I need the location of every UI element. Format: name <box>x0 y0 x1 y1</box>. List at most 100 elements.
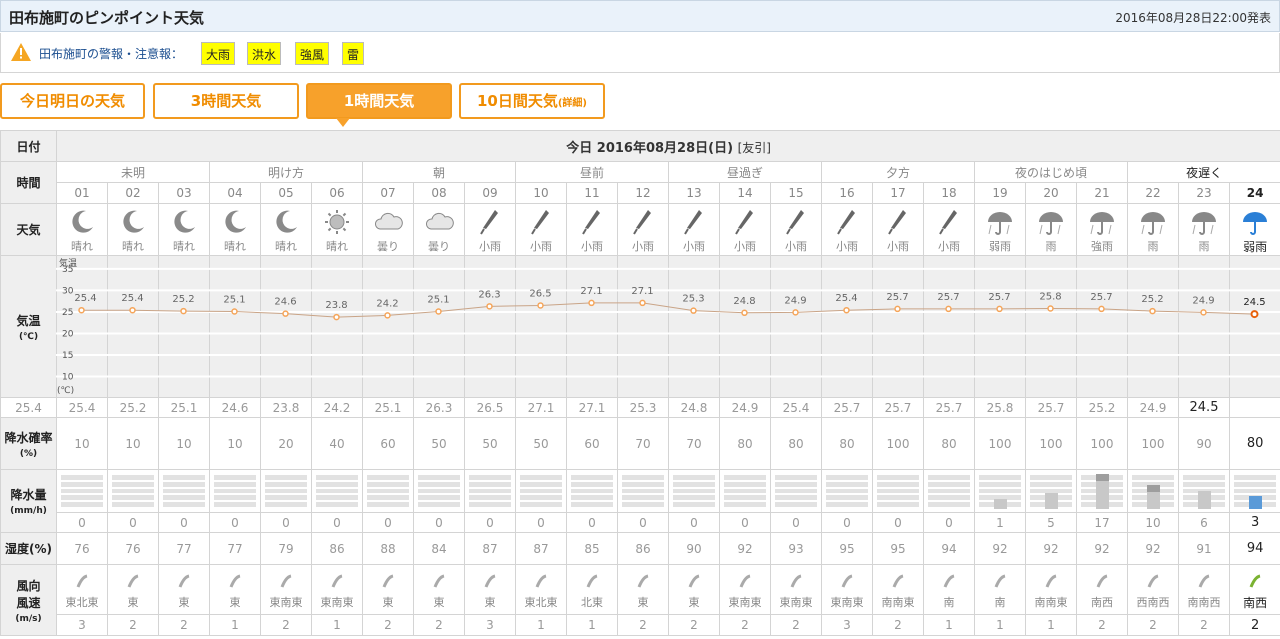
chart-cell <box>107 255 159 398</box>
row-label-weather: 天気 <box>0 203 57 256</box>
tab-detail-label: (詳細) <box>557 98 587 109</box>
chart-cell <box>872 255 924 398</box>
humidity-cell: 94 <box>1228 532 1280 565</box>
wind-dir-text: 東南東 <box>728 596 762 609</box>
precip-bar-cell <box>464 469 516 513</box>
humidity-cell: 86 <box>617 532 669 565</box>
humidity-cell: 95 <box>872 532 924 565</box>
hour-cell: 12 <box>617 182 669 204</box>
wind-cell: 南 <box>974 564 1026 615</box>
weather-cell: 弱雨 <box>1228 203 1280 256</box>
wind-cell: 東 <box>362 564 414 615</box>
warning-badge-flood[interactable]: 洪水 <box>247 42 282 65</box>
precip-amt-cell: 0 <box>311 512 363 533</box>
hour-cell: 06 <box>311 182 363 204</box>
chart-cell <box>923 255 975 398</box>
wind-cell: 北東 <box>566 564 618 615</box>
precip-prob-cell: 80 <box>719 417 771 470</box>
warning-badge-heavy-rain[interactable]: 大雨 <box>201 42 236 65</box>
temp-cell: 25.2 <box>107 397 159 418</box>
date-text: 今日 2016年08月28日(日) <box>566 140 734 156</box>
umbrella-closed-icon <box>939 210 957 235</box>
precip-prob-cell: 80 <box>821 417 873 470</box>
wind-cell: 南西 <box>1076 564 1128 615</box>
hour-cell: 19 <box>974 182 1026 204</box>
umbrella-closed-icon <box>837 210 855 235</box>
temp-cell: 24.8 <box>668 397 720 418</box>
weather-text: 弱雨 <box>989 240 1011 253</box>
humidity-cell: 90 <box>668 532 720 565</box>
precip-bar-cell <box>260 469 312 513</box>
precip-amt-cell: 0 <box>719 512 771 533</box>
hour-cell: 11 <box>566 182 618 204</box>
humidity-cell: 92 <box>974 532 1026 565</box>
umbrella-closed-icon <box>786 210 804 235</box>
period-cell: 明け方 <box>209 161 363 183</box>
humidity-cell: 92 <box>1025 532 1077 565</box>
wind-arrow-icon <box>1249 574 1261 588</box>
temp-cell: 24.9 <box>1127 397 1179 418</box>
temp-cell: 25.2 <box>1076 397 1128 418</box>
umbrella-closed-icon <box>531 210 549 235</box>
hour-cell: 15 <box>770 182 822 204</box>
chart-cell <box>209 255 261 398</box>
temp-cell: 26.3 <box>413 397 465 418</box>
precip-prob-cell: 100 <box>1127 417 1179 470</box>
wind-arrow-icon <box>1147 574 1159 588</box>
tab-10day[interactable]: 10日間天気(詳細) <box>459 83 605 119</box>
temp-cell: 25.7 <box>872 397 924 418</box>
precip-bar-cell <box>617 469 669 513</box>
humidity-cell: 88 <box>362 532 414 565</box>
tab-3hour[interactable]: 3時間天気 <box>153 83 299 119</box>
chart-cell <box>1025 255 1077 398</box>
weather-text: 雨 <box>1147 240 1159 253</box>
weather-cell: 晴れ <box>158 203 210 256</box>
tab-1hour[interactable]: 1時間天気 <box>306 83 452 119</box>
wind-speed-label: 風速 <box>16 595 41 610</box>
precip-prob-cell: 80 <box>1228 417 1280 470</box>
precip-bar <box>1147 485 1160 509</box>
wind-cell: 東南東 <box>311 564 363 615</box>
row-label-wind: 風向 風速 (m/s) <box>0 564 57 636</box>
precip-bar <box>1198 491 1211 509</box>
chart-cell <box>668 255 720 398</box>
precip-amt-cell: 17 <box>1076 512 1128 533</box>
wind-arrow-icon <box>943 574 955 588</box>
weather-text: 小雨 <box>887 240 909 253</box>
precip-prob-cell: 60 <box>566 417 618 470</box>
wind-speed-cell: 2 <box>107 614 159 636</box>
wind-arrow-icon <box>382 574 394 588</box>
wind-cell: 東 <box>668 564 720 615</box>
wind-arrow-icon <box>586 574 598 588</box>
precip-amt-cell: 10 <box>1127 512 1179 533</box>
weather-cell: 小雨 <box>617 203 669 256</box>
precip-amt-cell: 0 <box>158 512 210 533</box>
hour-cell: 24 <box>1228 182 1280 204</box>
temp-cell: 25.8 <box>974 397 1026 418</box>
chart-cell <box>311 255 363 398</box>
warning-icon <box>11 43 31 61</box>
row-label-precip-amt: 降水量 (mm/h) <box>0 469 57 533</box>
weather-cell: 曇り <box>413 203 465 256</box>
precip-prob-unit: (%) <box>19 448 38 459</box>
wind-arrow-icon <box>739 574 751 588</box>
warning-badge-thunder[interactable]: 雷 <box>342 42 365 65</box>
umbrella-open-icon <box>1039 212 1063 235</box>
umbrella-closed-icon <box>735 210 753 235</box>
precip-amt-cell: 6 <box>1178 512 1230 533</box>
wind-dir-text: 東 <box>229 596 241 609</box>
weather-cell: 小雨 <box>821 203 873 256</box>
weather-cell: 小雨 <box>770 203 822 256</box>
warning-badge-strong-wind[interactable]: 強風 <box>295 42 330 65</box>
weather-text: 小雨 <box>683 240 705 253</box>
cloud-icon <box>374 212 403 230</box>
chart-cell <box>1076 255 1128 398</box>
weather-cell: 晴れ <box>311 203 363 256</box>
precip-amt-cell: 5 <box>1025 512 1077 533</box>
precip-bar <box>1045 493 1058 509</box>
tab-today-tomorrow[interactable]: 今日明日の天気 <box>0 83 145 119</box>
umbrella-open-icon <box>1090 212 1114 235</box>
wind-cell: 東南東 <box>821 564 873 615</box>
precip-amt-cell: 3 <box>1228 512 1280 533</box>
period-cell: 昼前 <box>515 161 669 183</box>
